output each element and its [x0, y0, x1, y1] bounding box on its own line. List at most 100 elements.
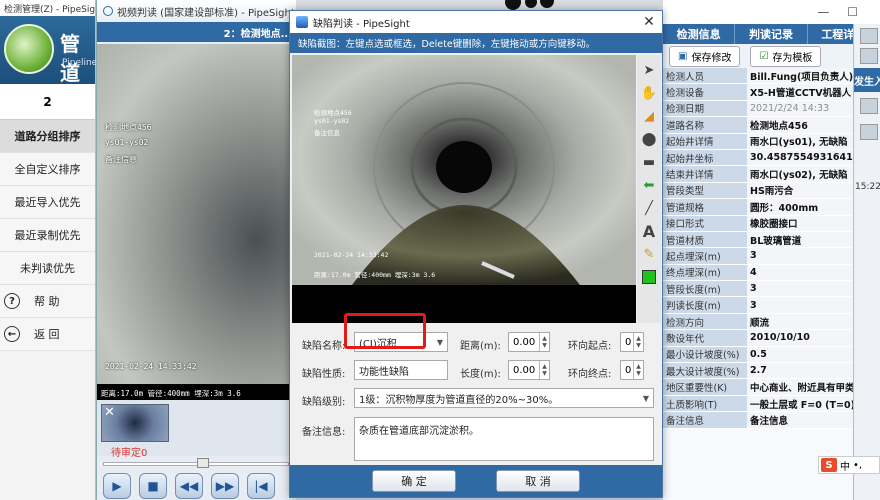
decor-blob	[540, 0, 554, 8]
cancel-button[interactable]: 取 消	[496, 470, 580, 492]
video-player[interactable]: 检测地点456 ys01-ys02 备注信息 2021-02-24 14:33:…	[97, 44, 297, 400]
help-icon: ?	[4, 293, 20, 309]
overlay-datetime: 2021-02-24 14:33:42	[105, 362, 197, 371]
video-progress-handle[interactable]	[197, 458, 209, 468]
defect-nature-value: 功能性缺陷	[359, 366, 409, 378]
length-label: 长度(m):	[460, 369, 501, 380]
save-template-button[interactable]: ☑ 存为模板	[750, 45, 822, 67]
highlight-box	[344, 313, 426, 349]
length-value: 0.00	[513, 364, 536, 376]
stepper-arrows-icon[interactable]: ▲ ▼	[539, 361, 549, 379]
ok-button[interactable]: 确 定	[372, 470, 456, 492]
close-icon[interactable]: ✕	[636, 14, 662, 30]
defect-level-select[interactable]: 1级：沉积物厚度为管道直径的20%~30%。 ▼	[354, 388, 654, 408]
skip-start-icon: |◀	[254, 479, 268, 493]
fast-forward-icon: ▶▶	[215, 479, 235, 493]
ring-start-label: 环向起点:	[568, 341, 612, 352]
tool-icon[interactable]	[860, 98, 878, 114]
sort-unread-first[interactable]: 未判读优先	[0, 252, 95, 285]
color-picker-icon[interactable]	[640, 268, 658, 286]
window-icon	[103, 6, 113, 16]
defect-name-label: 缺陷名称:	[302, 341, 346, 352]
arrow-tool-icon[interactable]: ⬅	[640, 176, 658, 194]
info-key: 检测日期	[663, 100, 747, 117]
brand-text: 管道	[60, 32, 80, 85]
dialog-titlebar: 缺陷判读 - PipeSight ✕	[290, 11, 662, 33]
text-tool-icon[interactable]: A	[640, 222, 658, 241]
info-row: 管段类型 HS雨污合	[663, 182, 880, 200]
skip-start-button[interactable]: |◀	[247, 473, 275, 499]
rectangle-tool-icon[interactable]: ▬	[640, 153, 658, 171]
stepper-arrows-icon[interactable]: ▲ ▼	[633, 333, 643, 351]
maximize-icon[interactable]: ☐	[847, 5, 858, 19]
overlay-location: 检测地点456	[105, 123, 152, 132]
window-controls: — ☐	[663, 0, 880, 24]
back-label: 返 回	[34, 328, 60, 341]
save-edit-label: 保存修改	[691, 52, 732, 64]
sort-custom[interactable]: 全自定义排序	[0, 153, 95, 186]
main-app-title: 检测管理(Z) - PipeSight	[0, 0, 95, 16]
sort-by-road-group[interactable]: 道路分组排序	[0, 120, 95, 153]
ellipse-tool-icon[interactable]: ⬤	[640, 130, 658, 148]
sogou-ime-icon: S	[821, 458, 837, 472]
help-button[interactable]: ? 帮 助	[0, 285, 95, 318]
ime-toolbar[interactable]: S 中 •,	[818, 456, 880, 474]
info-key: 备注信息	[663, 412, 747, 428]
dialog-title: 缺陷判读 - PipeSight	[313, 18, 410, 30]
info-key: 最大设计坡度(%)	[663, 363, 747, 379]
save-edit-button[interactable]: ▣ 保存修改	[669, 45, 741, 67]
info-row: 终点埋深(m) 4	[663, 264, 880, 282]
pointer-tool-icon[interactable]: ➤	[640, 61, 658, 79]
stepper-arrows-icon[interactable]: ▲ ▼	[633, 361, 643, 379]
length-stepper[interactable]: 0.00 ▲ ▼	[508, 360, 550, 380]
delete-thumbnail-icon[interactable]: ✕	[104, 405, 115, 420]
info-key: 管道材质	[663, 231, 747, 248]
defect-level-value: 1级：沉积物厚度为管道直径的20%~30%。	[359, 394, 559, 406]
fast-forward-button[interactable]: ▶▶	[211, 473, 239, 499]
play-button[interactable]: ▶	[103, 473, 131, 499]
distance-value: 0.00	[513, 336, 536, 348]
pencil-tool-icon[interactable]: ✎	[640, 245, 658, 263]
info-key: 起始井详情	[663, 133, 747, 149]
tool-icon[interactable]	[860, 124, 878, 140]
ring-start-stepper[interactable]: 0 ▲ ▼	[620, 332, 644, 352]
distance-stepper[interactable]: 0.00 ▲ ▼	[508, 332, 550, 352]
video-window-titlebar: 视频判读 (国家建设部标准) - PipeSight	[97, 0, 296, 22]
ime-mode-label: 中	[840, 461, 850, 473]
capture-overlay-remark: 备注信息	[314, 129, 340, 137]
tab-inspection-info[interactable]: 检测信息	[663, 24, 736, 44]
info-row: 备注信息 备注信息	[663, 412, 880, 429]
remark-label: 备注信息:	[302, 427, 346, 438]
defect-thumbnail[interactable]: ✕	[101, 404, 169, 442]
info-key: 结束井详情	[663, 166, 747, 182]
tool-icon[interactable]	[860, 48, 878, 64]
info-table: 检测人员 Bill.Fung(项目负责人) 检测设备 X5-H管道CCTV机器人 检测日…	[663, 68, 880, 429]
remark-textarea[interactable]: 杂质在管道底部沉淀淤积。	[354, 417, 654, 461]
rewind-button[interactable]: ◀◀	[175, 473, 203, 499]
hand-tool-icon[interactable]: ✋	[640, 84, 658, 102]
stop-button[interactable]: ■	[139, 473, 167, 499]
defect-nature-field[interactable]: 功能性缺陷	[354, 360, 448, 380]
info-row: 管道规格 圆形：400mm	[663, 199, 880, 216]
sort-recent-import[interactable]: 最近导入优先	[0, 186, 95, 219]
tab-interpretation-records[interactable]: 判读记录	[735, 24, 808, 44]
stepper-arrows-icon[interactable]: ▲ ▼	[539, 333, 549, 351]
app-banner: 管道 Pipeline	[0, 16, 97, 85]
ruler-tool-icon[interactable]: ◢	[640, 107, 658, 125]
defect-capture-canvas[interactable]: 检测地点456 ys01-ys02 备注信息 2021-02-24 14:33:…	[292, 55, 636, 323]
page-number[interactable]: 2	[0, 84, 95, 120]
info-row: 判读长度(m) 3	[663, 297, 880, 314]
info-tabs: 检测信息 判读记录 工程详情	[663, 24, 880, 44]
tool-icon[interactable]	[860, 28, 878, 44]
video-progress-track[interactable]	[103, 462, 289, 466]
line-tool-icon[interactable]: ╱	[640, 199, 658, 217]
info-row: 最小设计坡度(%) 0.5	[663, 346, 880, 364]
dialog-footer: 确 定 取 消	[290, 465, 662, 497]
minimize-icon[interactable]: —	[817, 5, 829, 19]
info-key: 管道规格	[663, 199, 747, 215]
defect-level-label: 缺陷级别:	[302, 397, 346, 408]
thumbnail-strip: ✕ 待审定0	[97, 400, 297, 459]
ring-end-stepper[interactable]: 0 ▲ ▼	[620, 360, 644, 380]
sort-recent-record[interactable]: 最近录制优先	[0, 219, 95, 252]
back-button[interactable]: ← 返 回	[0, 318, 95, 351]
